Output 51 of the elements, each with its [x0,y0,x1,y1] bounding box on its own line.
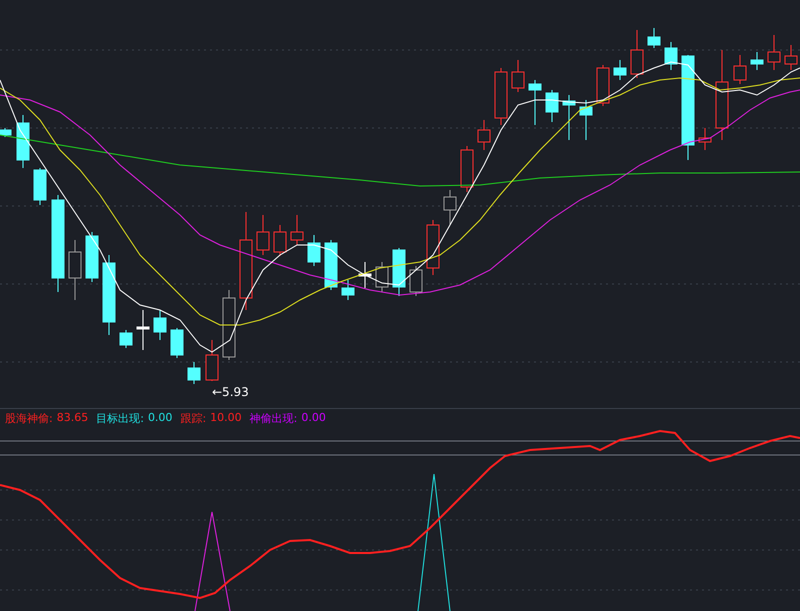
candle [206,340,218,382]
legend-value: 0.00 [301,411,326,426]
candle [358,262,372,288]
legend-value: 10.00 [210,411,242,426]
candle [308,234,320,266]
candle [460,146,474,192]
legend-label: 股海神偷: [5,411,53,426]
candle [376,262,388,292]
candle [170,328,184,358]
candle [512,60,524,92]
candle [664,42,678,70]
candle [494,68,508,126]
candle [426,220,440,276]
candle [768,34,780,70]
legend-label: 目标出现: [96,411,144,426]
candle [0,128,12,138]
candle [154,310,166,340]
legend-label: 神偷出现: [250,411,298,426]
legend-value: 0.00 [148,411,172,426]
candle [784,44,798,70]
candle [188,362,200,384]
candle [222,290,236,360]
candle [546,90,558,122]
candle [562,94,576,140]
candle [614,60,626,80]
candle [750,52,764,70]
candle [86,232,98,282]
candle [478,120,490,150]
candle [136,310,150,350]
candle [734,54,746,84]
legend-label: 跟踪: [180,411,206,426]
candle [120,330,132,348]
candle [342,280,354,300]
candle [630,30,644,78]
candle [68,240,82,300]
candle [274,224,286,256]
candle [16,114,30,168]
candle [256,214,270,256]
candle [596,64,610,106]
candle [444,190,456,226]
candle [698,128,712,150]
legend-value: 83.65 [56,411,88,426]
candle [290,214,304,246]
candle [392,248,406,296]
candle [580,100,592,140]
candle [324,240,338,290]
candle [34,168,46,206]
low-price-label: ←5.93 [212,385,249,399]
candle [528,80,542,126]
candle [410,266,422,296]
candle [648,28,660,48]
